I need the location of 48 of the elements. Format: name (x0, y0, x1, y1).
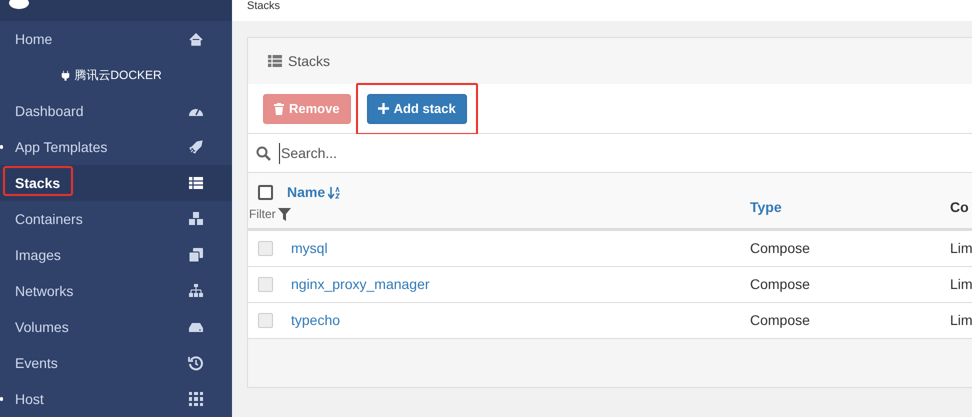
sidebar-item[interactable]: Host (0, 381, 232, 417)
copy-icon (188, 247, 204, 263)
history-icon (188, 355, 204, 371)
add-button[interactable]: Add stack (366, 94, 467, 124)
table-cell: Lim (950, 312, 972, 328)
sitemap-icon (188, 283, 204, 299)
cubes-icon (188, 211, 204, 227)
row-checkbox[interactable] (258, 277, 273, 292)
sidebar-item[interactable]: Networks (0, 273, 232, 309)
sort-icon (328, 186, 340, 198)
column-header: Co (950, 198, 969, 217)
sidebar-item[interactable]: Events (0, 345, 232, 381)
select-all-checkbox[interactable] (258, 185, 273, 200)
row-checkbox[interactable] (258, 241, 273, 256)
column-header[interactable]: Type (750, 197, 782, 218)
table-cell: Compose (750, 240, 810, 256)
table-cell: Compose (750, 276, 810, 292)
table-icon (268, 55, 282, 67)
breadcrumb: Stacks (247, 0, 280, 13)
sidebar-item[interactable]: Images (0, 237, 232, 273)
sidebar-item[interactable]: Containers (0, 201, 232, 237)
search-input[interactable]: Search... (279, 142, 964, 164)
filter-icon[interactable] (278, 208, 291, 220)
rocket-icon (188, 139, 204, 155)
table-cell: Compose (750, 312, 810, 328)
stack-name-link[interactable]: typecho (291, 312, 340, 328)
sidebar-item[interactable]: App Templates (0, 129, 232, 165)
stack-name-link[interactable]: nginx_proxy_manager (291, 276, 430, 292)
sidebar-item[interactable]: Home (0, 21, 232, 57)
plus-icon (378, 103, 389, 114)
stack-name-link[interactable]: mysql (291, 240, 328, 256)
grid-icon (188, 391, 204, 407)
search-icon (256, 146, 271, 160)
sidebar-item[interactable]: Dashboard (0, 93, 232, 129)
table-cell: Lim (950, 276, 972, 292)
sidebar-item[interactable]: Volumes (0, 309, 232, 345)
row-checkbox[interactable] (258, 313, 273, 328)
plug-icon (60, 68, 72, 82)
endpoint-name: 腾讯云DOCKER (74, 67, 162, 84)
filter-label: Filter (249, 206, 276, 223)
home-icon (188, 31, 204, 47)
sidebar-item[interactable]: Stacks (0, 165, 232, 201)
table-cell: Lim (950, 240, 972, 256)
panel-title: Stacks (288, 52, 330, 70)
trash-icon (274, 102, 284, 114)
table-icon (188, 175, 204, 191)
search-field[interactable]: Search... (248, 134, 972, 173)
column-header[interactable]: Name (287, 182, 326, 203)
